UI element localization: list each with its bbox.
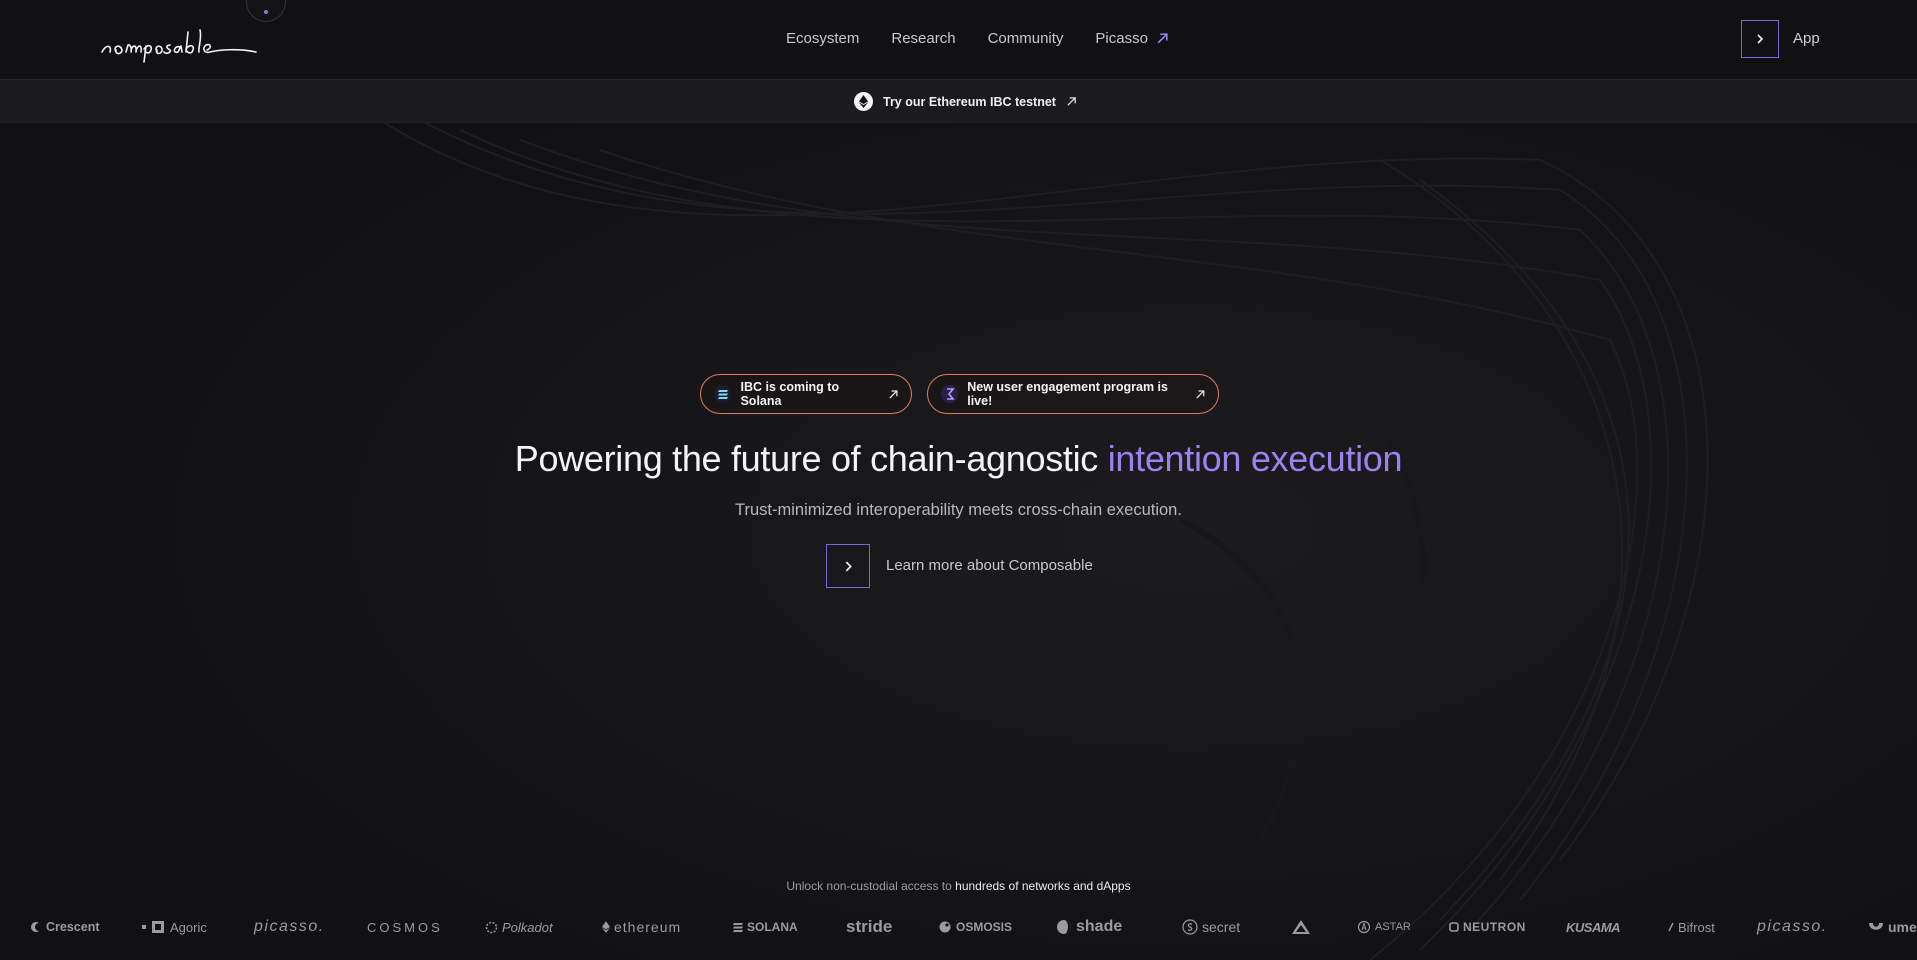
agoric-logo: Agoric xyxy=(142,914,207,940)
partners-intro-bold: hundreds of networks and dApps xyxy=(955,879,1131,893)
nav-item-picasso[interactable]: Picasso xyxy=(1095,30,1169,47)
app-link-label[interactable]: App xyxy=(1793,30,1820,47)
external-arrow-icon xyxy=(1196,389,1205,398)
astar-icon xyxy=(1357,920,1371,934)
cosmos-logo: COSMOS xyxy=(367,919,443,935)
polkadot-logo: Polkadot xyxy=(485,914,553,940)
nav-item-ecosystem[interactable]: Ecosystem xyxy=(786,30,859,47)
solana-logo: SOLANA xyxy=(733,914,798,940)
astar-logo: ASTAR xyxy=(1357,914,1411,940)
bifrost-logo: Bifrost xyxy=(1668,914,1715,940)
learn-more-button[interactable] xyxy=(826,544,870,588)
ethereum-icon xyxy=(602,921,610,933)
external-arrow-icon xyxy=(889,389,898,398)
solana-ibc-pill[interactable]: IBC is coming to Solana xyxy=(700,374,912,414)
partners-intro: Unlock non-custodial access to hundreds … xyxy=(786,879,1131,893)
crescent-icon xyxy=(31,922,39,932)
neutron-icon xyxy=(1449,922,1459,932)
solana-icon xyxy=(714,385,732,403)
chevron-right-icon xyxy=(845,561,852,571)
engagement-program-pill[interactable]: New user engagement program is live! xyxy=(927,374,1219,414)
composable-logo[interactable] xyxy=(98,14,263,66)
neutron-logo: NEUTRON xyxy=(1449,914,1526,940)
crescent-logo: Crescent xyxy=(30,914,100,940)
hero-subtitle: Trust-minimized interoperability meets c… xyxy=(735,501,1182,519)
top-nav-bar: Ecosystem Research Community Picasso App xyxy=(0,0,1917,80)
osmosis-icon xyxy=(939,921,951,933)
ethereum-icon xyxy=(854,92,873,111)
polkadot-icon xyxy=(485,921,498,933)
shade-logo: shade xyxy=(1056,914,1122,940)
app-button[interactable] xyxy=(1741,20,1779,58)
aurora-logo xyxy=(1291,914,1315,940)
background-swirl xyxy=(0,0,1917,960)
picasso-logo-repeat: picasso. xyxy=(1757,918,1828,935)
triangle-icon xyxy=(1292,920,1310,934)
kusama-logo: KUSAMA xyxy=(1566,919,1621,935)
main-nav: Ecosystem Research Community Picasso xyxy=(786,30,1169,47)
ethereum-logo: ethereum xyxy=(602,914,681,940)
learn-more-label[interactable]: Learn more about Composable xyxy=(886,557,1093,574)
partner-logo-strip: Crescent Agoric picasso. COSMOS Polkadot… xyxy=(0,914,1917,940)
osmosis-logo: OSMOSIS xyxy=(938,914,1012,940)
hero-title: Powering the future of chain-agnostic in… xyxy=(514,438,1403,479)
secret-logo: secret xyxy=(1182,914,1240,940)
external-arrow-icon xyxy=(1157,33,1168,44)
external-arrow-icon xyxy=(1067,97,1076,106)
program-icon xyxy=(941,385,959,403)
hero-title-accent: intention execution xyxy=(1107,438,1403,479)
announcement-banner[interactable]: Try our Ethereum IBC testnet xyxy=(0,80,1917,123)
nav-item-research[interactable]: Research xyxy=(891,30,955,47)
picasso-logo: picasso. xyxy=(254,918,325,935)
umee-logo: ume xyxy=(1868,914,1917,940)
banner-text: Try our Ethereum IBC testnet xyxy=(883,94,1056,109)
bifrost-icon xyxy=(1668,922,1674,932)
nav-item-community[interactable]: Community xyxy=(988,30,1064,47)
shade-icon xyxy=(1057,920,1071,934)
chevron-right-icon xyxy=(1757,34,1764,44)
solana-icon xyxy=(733,922,743,932)
stride-logo: stride xyxy=(846,917,893,936)
secret-icon xyxy=(1182,919,1198,935)
umee-icon xyxy=(1869,923,1883,930)
agoric-icon xyxy=(142,921,164,933)
